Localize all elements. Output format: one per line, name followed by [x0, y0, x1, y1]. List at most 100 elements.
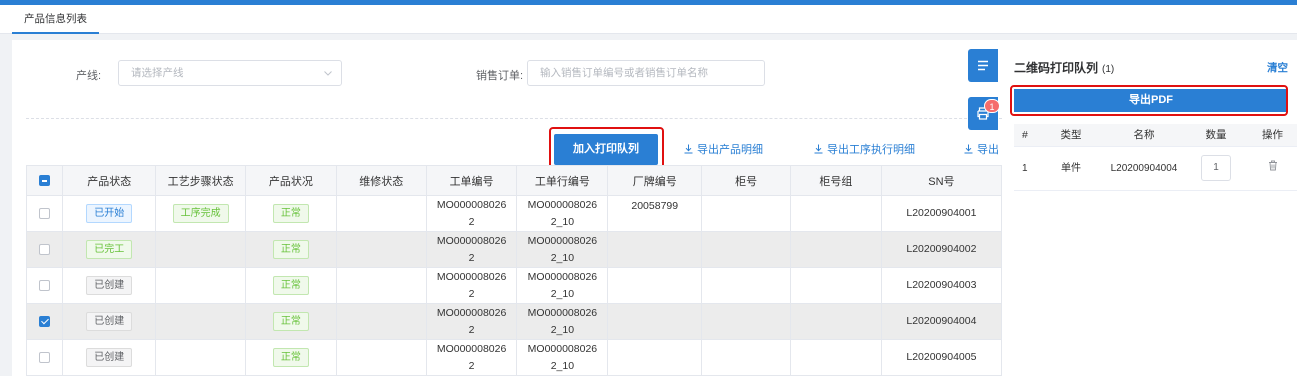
order-search-field[interactable]: [527, 60, 765, 86]
table-row[interactable]: 已创建 正常 MO000008026 2 MO000008026 2_10 L202…: [25, 267, 1002, 304]
sn-cell: L20200904002: [880, 231, 1002, 268]
condition-badge: 正常: [272, 204, 309, 223]
column-header: 产品状况: [245, 165, 337, 196]
tab-product-list[interactable]: 产品信息列表: [12, 5, 99, 34]
queue-table: # 类型 名称 数量 操作 1 单件 L20200904004 1: [1014, 124, 1297, 191]
export-process-detail-label: 导出工序执行明细: [827, 144, 915, 156]
repair-cell: [335, 339, 427, 376]
step-cell: [155, 339, 246, 376]
table-row[interactable]: 已创建 正常 MO000008026 2 MO000008026 2_10 L202…: [25, 303, 1002, 340]
step-cell: [155, 231, 246, 268]
cabinet-cell: [701, 231, 791, 268]
step-status-badge: 工序完成: [172, 204, 229, 223]
repair-cell: [335, 231, 427, 268]
quantity-input[interactable]: 1: [1201, 155, 1231, 181]
work-order-cell: MO000008026 2: [425, 339, 518, 376]
cabinet-group-cell: [789, 267, 882, 304]
work-order-line-cell: MO000008026 2_10: [516, 267, 609, 304]
step-cell: [155, 303, 246, 340]
column-header: 柜号组: [789, 165, 882, 196]
row-checkbox[interactable]: [39, 207, 51, 219]
condition-badge: 正常: [272, 276, 309, 295]
column-header: 类型: [1038, 124, 1104, 147]
column-header: 名称: [1104, 124, 1184, 147]
work-order-cell: MO000008026 2: [425, 231, 518, 268]
highlight-export-pdf: [1010, 85, 1288, 116]
trash-icon[interactable]: [1268, 160, 1278, 171]
export-process-detail-button[interactable]: 导出工序执行明细: [814, 141, 915, 157]
column-header: #: [1014, 124, 1038, 147]
sn-cell: L20200904005: [880, 339, 1002, 376]
sn-cell: L20200904004: [880, 303, 1002, 340]
queue-header-row: # 类型 名称 数量 操作: [1014, 124, 1297, 147]
cabinet-group-cell: [789, 195, 882, 232]
product-table: 产品状态 工艺步骤状态 产品状况 维修状态 工单编号 工单行编号 厂牌编号 柜号…: [25, 165, 1002, 376]
line-select[interactable]: 请选择产线: [118, 60, 342, 86]
menu-lines-icon: [978, 60, 988, 71]
queue-count-badge: 1: [984, 99, 1000, 113]
cabinet-group-cell: [789, 303, 882, 340]
export-more-button[interactable]: 导出: [964, 141, 999, 157]
side-menu-button[interactable]: [968, 49, 998, 82]
repair-cell: [335, 195, 427, 232]
column-header: 维修状态: [335, 165, 427, 196]
export-more-label: 导出: [977, 144, 999, 156]
highlight-add-queue: [549, 127, 664, 169]
status-badge: 已创建: [86, 348, 133, 367]
column-header: 操作: [1248, 124, 1297, 147]
condition-badge: 正常: [272, 348, 309, 367]
sn-cell: L20200904001: [880, 195, 1002, 232]
queue-title: 二维码打印队列 (1): [1014, 61, 1115, 75]
queue-type-cell: 单件: [1038, 146, 1104, 191]
sn-cell: L20200904003: [880, 267, 1002, 304]
table-header-row: 产品状态 工艺步骤状态 产品状况 维修状态 工单编号 工单行编号 厂牌编号 柜号…: [25, 165, 1002, 196]
clear-queue-button[interactable]: 清空: [1267, 60, 1288, 75]
row-checkbox[interactable]: [39, 279, 51, 291]
order-search-input[interactable]: [528, 61, 764, 85]
download-icon: [964, 144, 973, 154]
divider: [26, 118, 1002, 119]
select-all-cell[interactable]: [25, 165, 64, 196]
download-icon: [814, 144, 823, 154]
work-order-line-cell: MO000008026 2_10: [516, 195, 609, 232]
column-header: SN号: [880, 165, 1002, 196]
status-badge: 已创建: [86, 312, 133, 331]
column-header: 产品状态: [62, 165, 157, 196]
work-order-line-cell: MO000008026 2_10: [516, 303, 609, 340]
select-all-checkbox[interactable]: [39, 175, 51, 187]
repair-cell: [335, 303, 427, 340]
line-filter-label: 产线:: [76, 70, 102, 82]
row-checkbox[interactable]: [39, 351, 51, 363]
work-order-line-cell: MO000008026 2_10: [516, 339, 609, 376]
table-row[interactable]: 已完工 正常 MO000008026 2 MO000008026 2_10 L202…: [25, 231, 1002, 268]
product-list-panel: 产线: 请选择产线 销售订单: 加入打印队列 导出产品明细 导出工序执行明细 导…: [12, 40, 1002, 376]
cabinet-cell: [701, 339, 791, 376]
brand-cell: [607, 303, 703, 340]
row-checkbox[interactable]: [39, 243, 51, 255]
work-order-line-cell: MO000008026 2_10: [516, 231, 609, 268]
table-row[interactable]: 已创建 正常 MO000008026 2 MO000008026 2_10 L202…: [25, 339, 1002, 376]
cabinet-cell: [701, 267, 791, 304]
order-filter-label: 销售订单:: [476, 70, 524, 82]
line-select-placeholder: 请选择产线: [131, 67, 184, 79]
export-product-detail-label: 导出产品明细: [697, 144, 763, 156]
column-header: 工单行编号: [516, 165, 609, 196]
print-queue-panel: 二维码打印队列 (1) 清空 导出PDF # 类型 名称 数量 操作 1 单件 L…: [1002, 40, 1297, 376]
column-header: 工单编号: [425, 165, 518, 196]
queue-index-cell: 1: [1014, 146, 1038, 191]
column-header: 数量: [1184, 124, 1248, 147]
row-checkbox[interactable]: [39, 315, 51, 327]
cabinet-cell: [701, 303, 791, 340]
column-header: 厂牌编号: [607, 165, 703, 196]
cabinet-group-cell: [789, 339, 882, 376]
condition-badge: 正常: [272, 312, 309, 331]
export-product-detail-button[interactable]: 导出产品明细: [684, 141, 763, 157]
table-row[interactable]: 已开始 工序完成 正常 MO000008026 2 MO000008026 2_10…: [25, 195, 1002, 232]
work-order-cell: MO000008026 2: [425, 303, 518, 340]
status-badge: 已开始: [86, 204, 133, 223]
brand-cell: [607, 267, 703, 304]
condition-badge: 正常: [272, 240, 309, 259]
brand-cell: [607, 339, 703, 376]
chevron-down-icon: [324, 71, 332, 76]
status-badge: 已创建: [86, 276, 133, 295]
